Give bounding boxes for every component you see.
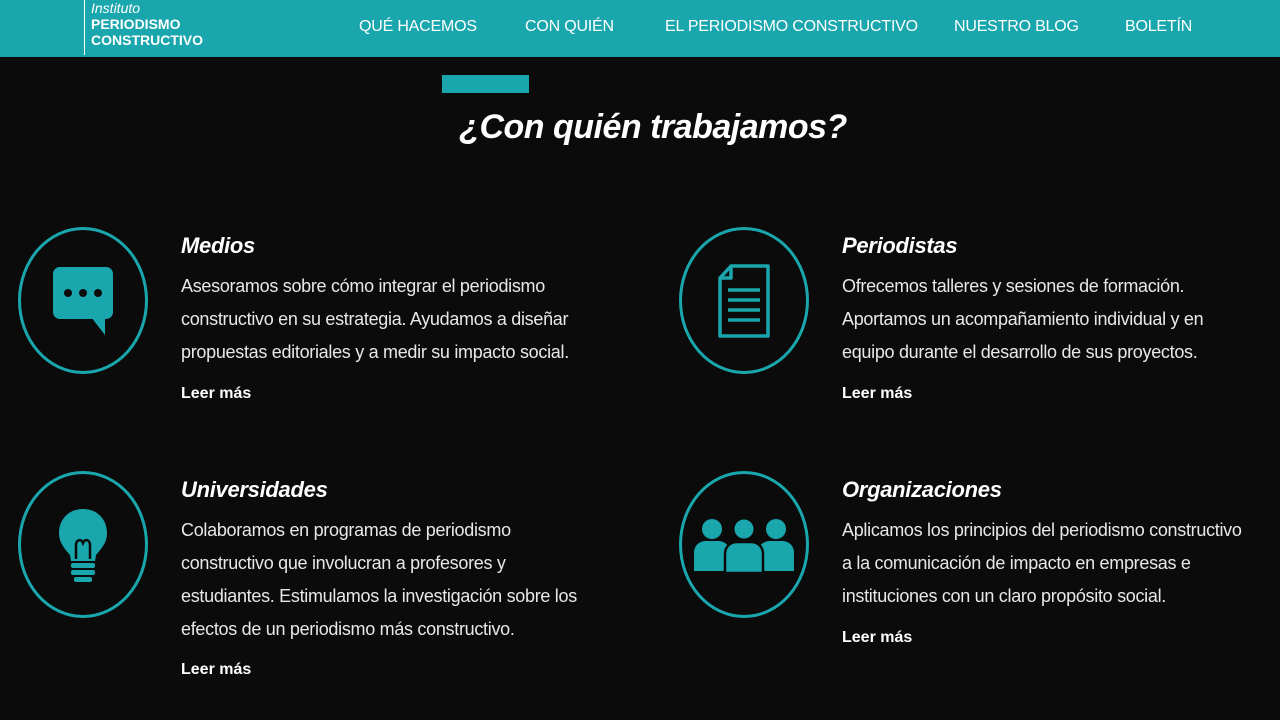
logo-line-constructivo: CONSTRUCTIVO [91,32,203,48]
organizaciones-icon-circle [679,471,809,618]
chat-bubble-icon [53,266,113,335]
card-text-line: estudiantes. Estimulamos la investigació… [181,586,577,606]
card-text-periodistas: Ofrecemos talleres y sesiones de formaci… [842,270,1204,369]
universidades-icon-circle [18,471,148,618]
leer-mas-universidades-link[interactable]: Leer más [181,661,251,679]
card-text-line: instituciones con un claro propósito soc… [842,586,1166,606]
card-text-universidades: Colaboramos en programas de periodismo c… [181,514,577,646]
periodistas-icon-circle [679,227,809,374]
lightbulb-icon [59,508,107,582]
nav-item-con-quien[interactable]: CON QUIÉN [525,18,614,36]
card-title-universidades: Universidades [181,477,328,502]
card-text-line: efectos de un periodismo más constructiv… [181,619,515,639]
card-text-line: a la comunicación de impacto en empresas… [842,553,1191,573]
card-text-organizaciones: Aplicamos los principios del periodismo … [842,514,1280,613]
card-text-line: Aplicamos los principios del periodismo … [842,520,1242,540]
card-text-line: Asesoramos sobre cómo integrar el period… [181,276,545,296]
top-navbar: Instituto PERIODISMO CONSTRUCTIVO QUÉ HA… [0,0,1280,57]
leer-mas-organizaciones-link[interactable]: Leer más [842,629,912,647]
section-accent-bar [442,75,529,93]
card-text-line: propuestas editoriales y a medir su impa… [181,342,569,362]
card-text-line: constructivo en su estrategia. Ayudamos … [181,309,569,329]
card-title-organizaciones: Organizaciones [842,477,1002,502]
card-text-line: constructivo que involucran a profesores… [181,553,506,573]
leer-mas-periodistas-link[interactable]: Leer más [842,385,912,403]
card-text-line: Ofrecemos talleres y sesiones de formaci… [842,276,1185,296]
card-title-periodistas: Periodistas [842,233,958,258]
logo-line-periodismo: PERIODISMO [91,16,181,32]
logo-line-instituto: Instituto [91,0,141,16]
section-title: ¿Con quién trabajamos? [459,108,847,146]
card-text-line: Aportamos un acompañamiento individual y… [842,309,1204,329]
card-title-medios: Medios [181,233,255,258]
leer-mas-medios-link[interactable]: Leer más [181,385,251,403]
nav-item-el-periodismo-constructivo[interactable]: EL PERIODISMO CONSTRUCTIVO [665,18,918,36]
medios-icon-circle [18,227,148,374]
document-icon [718,263,770,338]
card-text-line: Colaboramos en programas de periodismo [181,520,511,540]
card-text-medios: Asesoramos sobre cómo integrar el period… [181,270,569,369]
nav-item-boletin[interactable]: BOLETÍN [1125,18,1192,36]
nav-item-nuestro-blog[interactable]: NUESTRO BLOG [954,18,1079,36]
site-logo[interactable]: Instituto PERIODISMO CONSTRUCTIVO [84,0,203,55]
people-group-icon [694,517,794,573]
card-text-line: equipo durante el desarrollo de sus proy… [842,342,1198,362]
nav-item-que-hacemos[interactable]: QUÉ HACEMOS [359,18,477,36]
